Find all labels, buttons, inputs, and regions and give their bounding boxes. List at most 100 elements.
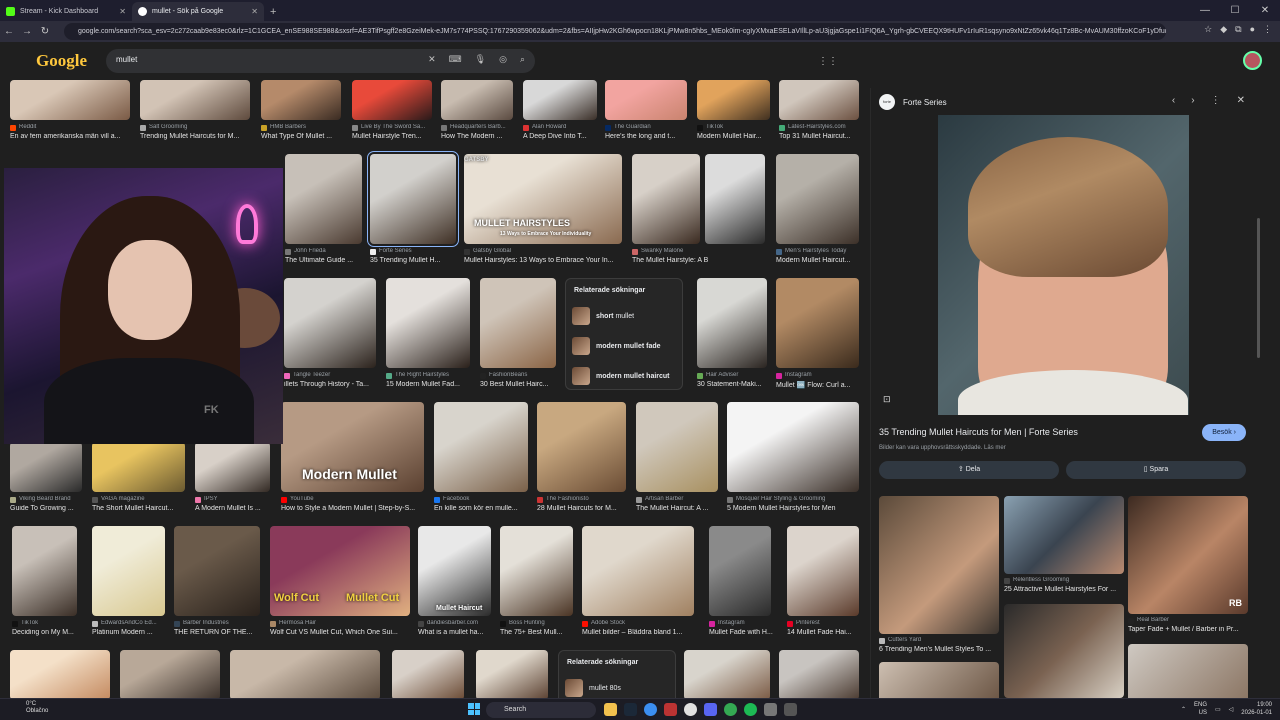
more-image[interactable]: [1004, 496, 1124, 574]
result-title[interactable]: Platinum Modern ...: [92, 629, 173, 636]
result-image[interactable]: [476, 650, 548, 698]
more-title[interactable]: 6 Trending Men's Mullet Styles To ...: [879, 646, 1001, 653]
extension-icon[interactable]: ◆: [1220, 24, 1227, 35]
previous-icon[interactable]: ‹: [1172, 95, 1175, 106]
result-title[interactable]: Mullet Fade with H...: [709, 629, 779, 636]
result-image[interactable]: [10, 650, 110, 698]
result-image[interactable]: [523, 80, 597, 120]
search-box[interactable]: mullet ✕ ⌨ 🎙 ◎ ⌕: [106, 49, 535, 73]
mic-icon[interactable]: 🎙: [475, 54, 486, 65]
result-image[interactable]: [140, 80, 250, 120]
result-title[interactable]: What is a mullet ha...: [418, 629, 499, 636]
result-title[interactable]: Deciding on My M...: [12, 629, 85, 636]
close-tab-icon[interactable]: ✕: [251, 7, 258, 16]
volume-icon[interactable]: ◁: [1229, 706, 1234, 713]
preview-image[interactable]: [938, 115, 1189, 415]
minimize-icon[interactable]: —: [1190, 0, 1220, 21]
result-image[interactable]: [120, 650, 220, 698]
result-image[interactable]: [92, 526, 165, 616]
profile-icon[interactable]: ●: [1250, 24, 1255, 35]
result-image[interactable]: [776, 278, 859, 368]
result-title[interactable]: 5 Modern Mullet Hairstyles for Men: [727, 505, 867, 512]
result-image[interactable]: [537, 402, 626, 492]
more-image[interactable]: [879, 496, 999, 634]
result-image[interactable]: [705, 154, 765, 244]
result-image[interactable]: [709, 526, 771, 616]
back-icon[interactable]: ←: [0, 26, 18, 37]
result-title[interactable]: What Type Of Mullet ...: [261, 133, 349, 140]
result-image[interactable]: [697, 80, 770, 120]
close-icon[interactable]: ✕: [1237, 95, 1245, 106]
result-title[interactable]: Top 31 Mullet Haircut...: [779, 133, 867, 140]
steam-icon[interactable]: [624, 703, 637, 716]
result-image[interactable]: [10, 80, 130, 120]
result-image[interactable]: [787, 526, 859, 616]
result-image[interactable]: [386, 278, 470, 368]
result-image[interactable]: [582, 526, 694, 616]
app-icon[interactable]: [664, 703, 677, 716]
result-title[interactable]: Here's the long and t...: [605, 133, 695, 140]
start-icon[interactable]: [468, 703, 480, 715]
result-image[interactable]: [441, 80, 513, 120]
file-explorer-icon[interactable]: [604, 703, 617, 716]
result-title[interactable]: The Mullet Hairstyle: A Bold Fusion of .…: [632, 257, 708, 264]
discord-icon[interactable]: [704, 703, 717, 716]
result-image[interactable]: [480, 278, 556, 368]
forward-icon[interactable]: →: [18, 26, 36, 37]
keyboard-icon[interactable]: ⌨: [449, 54, 462, 65]
result-image[interactable]: [605, 80, 687, 120]
result-title[interactable]: illets Through History - Ta...: [284, 381, 384, 388]
result-image[interactable]: [697, 278, 767, 368]
result-image[interactable]: [434, 402, 528, 492]
result-image[interactable]: [261, 80, 341, 120]
puzzle-icon[interactable]: ⧉: [1235, 24, 1241, 35]
result-image[interactable]: [174, 526, 260, 616]
related-item[interactable]: modern mullet haircut: [572, 367, 670, 385]
result-title[interactable]: Modern Mullet Hair...: [697, 133, 778, 140]
result-title[interactable]: A Deep Dive Into T...: [523, 133, 605, 140]
result-title[interactable]: Modern Mullet Haircut...: [776, 257, 867, 264]
result-image[interactable]: [779, 80, 859, 120]
result-title[interactable]: A Modern Mullet Is ...: [195, 505, 278, 512]
taskbar-search[interactable]: Search: [486, 702, 596, 718]
new-tab-icon[interactable]: +: [270, 6, 276, 18]
tab-google[interactable]: mullet - Sök på Google ✕: [132, 2, 264, 21]
result-image[interactable]: [284, 278, 376, 368]
result-title[interactable]: 15 Modern Mullet Fad...: [386, 381, 478, 388]
lens-search-icon[interactable]: ⊡: [883, 394, 891, 405]
related-item[interactable]: short mullet: [572, 307, 634, 325]
chrome-icon[interactable]: [644, 703, 657, 716]
result-title[interactable]: Mullet Hairstyle Tren...: [352, 133, 440, 140]
result-image[interactable]: [195, 442, 270, 492]
menu-icon[interactable]: ⋮: [1263, 24, 1272, 35]
result-title[interactable]: Trending Mullet Haircuts for M...: [140, 133, 258, 140]
result-title[interactable]: THE RETURN OF THE...: [174, 629, 268, 636]
result-title[interactable]: How The Modern ...: [441, 133, 521, 140]
bookmark-star-icon[interactable]: ☆: [1204, 24, 1212, 35]
close-window-icon[interactable]: ✕: [1250, 0, 1280, 21]
result-image[interactable]: [367, 151, 459, 247]
chrome-alt-icon[interactable]: [724, 703, 737, 716]
result-image[interactable]: [684, 650, 770, 698]
weather-widget[interactable]: 0°C Oblačno: [26, 701, 48, 715]
result-image[interactable]: [12, 526, 77, 616]
result-title[interactable]: 30 Statement-Maki...: [697, 381, 775, 388]
language-indicator[interactable]: ENG US: [1194, 701, 1207, 717]
reload-icon[interactable]: ↻: [36, 26, 54, 37]
result-title[interactable]: En kille som kör en mulle...: [434, 505, 536, 512]
related-item[interactable]: mullet 80s: [565, 679, 621, 697]
google-logo[interactable]: Google: [36, 51, 87, 71]
next-icon[interactable]: ›: [1191, 95, 1194, 106]
visit-button[interactable]: Besök ›: [1202, 424, 1246, 441]
settings-icon[interactable]: [764, 703, 777, 716]
result-title[interactable]: The 75+ Best Mull...: [500, 629, 581, 636]
result-image[interactable]: [418, 526, 491, 616]
result-image[interactable]: [636, 402, 718, 492]
obs-icon[interactable]: [684, 703, 697, 716]
tray-chevron-icon[interactable]: ⌃: [1181, 706, 1186, 713]
result-title[interactable]: 30 Best Mullet Hairc...: [480, 381, 564, 388]
page-scrollbar[interactable]: [1256, 88, 1280, 698]
preview-source[interactable]: Forte Series: [903, 98, 947, 107]
url-field[interactable]: google.com/search?sca_esv=2c272caab9e83e…: [64, 23, 1166, 40]
related-item[interactable]: modern mullet fade: [572, 337, 661, 355]
